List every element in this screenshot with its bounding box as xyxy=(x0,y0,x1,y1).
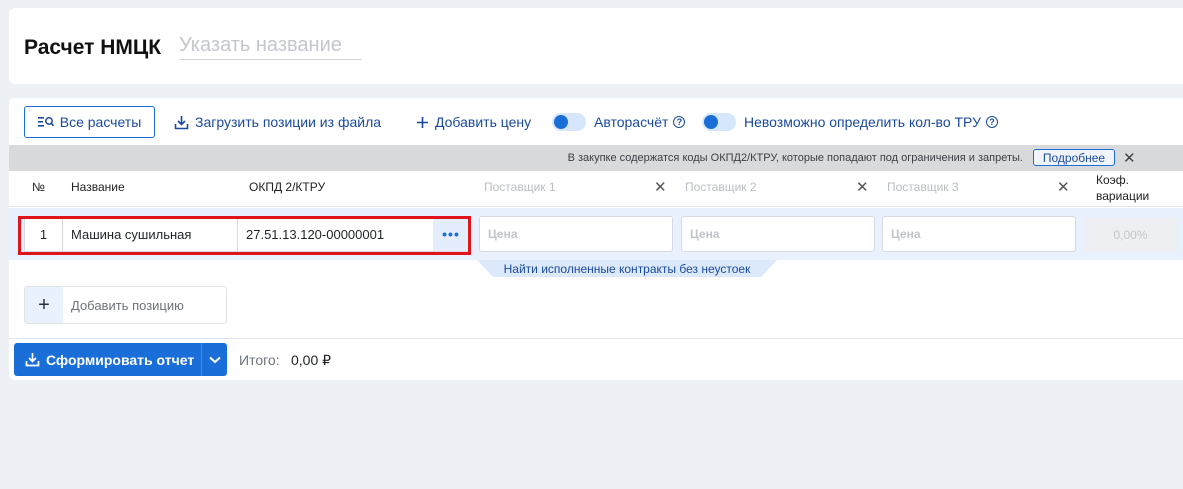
close-icon[interactable]: ✕ xyxy=(1123,149,1136,167)
toggle-knob xyxy=(554,115,568,129)
divider xyxy=(9,338,1183,339)
autocalc-label: Авторасчёт xyxy=(594,114,669,130)
all-calculations-label: Все расчеты xyxy=(59,114,142,130)
upload-file-link[interactable]: Загрузить позиции из файла xyxy=(174,114,381,130)
add-position-button[interactable]: + Добавить позицию xyxy=(24,286,227,324)
warning-text: В закупке содержатся коды ОКПД2/КТРУ, ко… xyxy=(567,152,1023,164)
autocalc-label-group: Авторасчёт ? xyxy=(594,114,686,130)
generate-report-main[interactable]: Сформировать отчет xyxy=(14,352,201,368)
plus-icon: + xyxy=(25,287,63,323)
column-header-supplier1: Поставщик 1 xyxy=(484,180,556,194)
find-contracts-tab[interactable]: Найти исполненные контракты без неустоек xyxy=(477,260,777,277)
column-header-coef-line1: Коэф. xyxy=(1096,173,1129,187)
add-price-label: Добавить цену xyxy=(435,114,532,130)
column-header-coef-line2: вариации xyxy=(1096,189,1150,203)
toolbar: Все расчеты Загрузить позиции из файла Д… xyxy=(9,98,1183,145)
name-cell[interactable]: Машина сушильная xyxy=(62,216,238,252)
price-input[interactable] xyxy=(488,217,672,251)
chevron-down-icon[interactable] xyxy=(201,343,227,376)
cannot-determine-toggle[interactable] xyxy=(702,113,736,131)
download-icon xyxy=(174,115,189,129)
column-header-supplier2: Поставщик 2 xyxy=(685,180,757,194)
cannot-determine-label: Невозможно определить кол-во ТРУ xyxy=(744,114,981,130)
more-details-button[interactable]: Подробнее xyxy=(1033,149,1115,166)
cannot-determine-label-group: Невозможно определить кол-во ТРУ ? xyxy=(744,114,998,130)
toggle-knob xyxy=(704,115,718,129)
page-title: Расчет НМЦК xyxy=(24,36,162,59)
list-search-icon xyxy=(37,117,54,127)
row-number: 1 xyxy=(39,226,48,242)
autocalc-toggle[interactable] xyxy=(552,113,586,131)
header-card: Расчет НМЦК xyxy=(9,8,1183,84)
table-row: 1 Машина сушильная 27.51.13.120-00000001… xyxy=(9,208,1183,260)
column-header-supplier3: Поставщик 3 xyxy=(887,180,959,194)
price-input[interactable] xyxy=(690,217,874,251)
column-header-name: Название xyxy=(71,180,125,194)
row-name: Машина сушильная xyxy=(71,226,192,242)
supplier1-price-field[interactable] xyxy=(479,216,673,252)
row-okpd: 27.51.13.120-00000001 xyxy=(246,226,385,242)
row-number-cell: 1 xyxy=(24,216,63,252)
add-position-label: Добавить позицию xyxy=(71,297,184,313)
find-contracts-link[interactable]: Найти исполненные контракты без неустоек xyxy=(477,262,777,276)
close-icon[interactable]: ✕ xyxy=(1057,178,1070,196)
help-icon[interactable]: ? xyxy=(985,116,998,128)
calculation-name-input[interactable] xyxy=(179,32,362,60)
okpd-cell[interactable]: 27.51.13.120-00000001 ••• xyxy=(237,216,470,252)
coefficient-cell: 0,00% xyxy=(1083,218,1178,252)
help-icon[interactable]: ? xyxy=(673,116,686,128)
more-options-button[interactable]: ••• xyxy=(433,217,469,251)
price-input[interactable] xyxy=(891,217,1075,251)
main-card: Все расчеты Загрузить позиции из файла Д… xyxy=(9,98,1183,380)
total-label: Итого: xyxy=(239,352,280,368)
close-icon[interactable]: ✕ xyxy=(654,178,667,196)
total-value: 0,00 ₽ xyxy=(291,352,332,368)
plus-icon xyxy=(417,116,428,128)
add-price-link[interactable]: Добавить цену xyxy=(416,114,531,130)
supplier3-price-field[interactable] xyxy=(882,216,1076,252)
download-icon xyxy=(25,353,40,367)
all-calculations-button[interactable]: Все расчеты xyxy=(24,106,155,138)
column-header-okpd: ОКПД 2/КТРУ xyxy=(249,180,326,194)
warning-bar: В закупке содержатся коды ОКПД2/КТРУ, ко… xyxy=(9,145,1183,171)
column-header-number: № xyxy=(32,180,45,194)
close-icon[interactable]: ✕ xyxy=(856,178,869,196)
upload-file-label: Загрузить позиции из файла xyxy=(195,114,382,130)
generate-report-label: Сформировать отчет xyxy=(46,351,195,368)
supplier2-price-field[interactable] xyxy=(681,216,875,252)
table-header: № Название ОКПД 2/КТРУ Поставщик 1 ✕ Пос… xyxy=(9,171,1183,207)
generate-report-button[interactable]: Сформировать отчет xyxy=(14,343,227,376)
